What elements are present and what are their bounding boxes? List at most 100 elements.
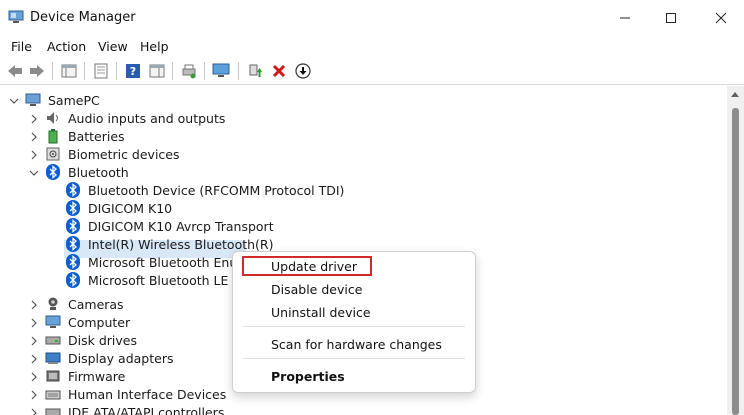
hid-icon <box>45 386 61 402</box>
ide-icon <box>45 404 61 415</box>
back-arrow-icon <box>8 65 22 77</box>
properties-toolbar-button[interactable] <box>92 62 110 80</box>
menu-separator <box>243 358 465 359</box>
toolbar-separator <box>172 62 173 80</box>
firmware-icon <box>45 368 61 384</box>
category-firmware[interactable]: Firmware <box>68 369 125 384</box>
console-tree-icon <box>61 64 77 78</box>
chevron-right-icon[interactable] <box>29 318 39 328</box>
toolbar-separator <box>116 62 117 80</box>
chevron-right-icon[interactable] <box>29 372 39 382</box>
chevron-right-icon[interactable] <box>29 300 39 310</box>
category-ide-controllers[interactable]: IDE ATA/ATAPI controllers <box>68 405 224 415</box>
display-adapter-icon <box>45 350 61 366</box>
category-biometric[interactable]: Biometric devices <box>68 147 180 162</box>
properties-menu-item[interactable]: Properties <box>271 369 345 384</box>
vertical-scrollbar[interactable] <box>727 86 744 415</box>
chevron-down-icon[interactable] <box>9 96 19 106</box>
action-pane-icon <box>149 64 165 78</box>
monitor-icon <box>45 314 61 330</box>
scrollbar-thumb[interactable] <box>732 108 739 415</box>
title-bar: Device Manager <box>0 0 744 36</box>
category-bluetooth[interactable]: Bluetooth <box>68 165 129 180</box>
red-x-icon <box>272 64 286 78</box>
bluetooth-icon <box>65 272 81 288</box>
context-menu: Update driver Disable device Uninstall d… <box>232 251 476 393</box>
uninstall-device-menu-item[interactable]: Uninstall device <box>271 305 371 320</box>
category-disk-drives[interactable]: Disk drives <box>68 333 137 348</box>
print-icon <box>182 64 196 79</box>
maximize-icon <box>666 13 676 23</box>
chevron-right-icon[interactable] <box>29 390 39 400</box>
category-batteries[interactable]: Batteries <box>68 129 125 144</box>
computer-icon <box>25 92 41 108</box>
toolbar-separator <box>204 62 205 80</box>
toolbar-separator <box>52 62 53 80</box>
close-icon <box>715 12 727 24</box>
bluetooth-device-item[interactable]: DIGICOM K10 Avrcp Transport <box>88 219 274 234</box>
scroll-up-arrow-icon[interactable] <box>731 92 739 97</box>
enable-device-toolbar-button[interactable] <box>294 62 312 80</box>
chevron-right-icon[interactable] <box>29 336 39 346</box>
window-title: Device Manager <box>30 10 136 25</box>
chevron-right-icon[interactable] <box>29 408 39 415</box>
chevron-right-icon[interactable] <box>29 354 39 364</box>
maximize-button[interactable] <box>648 0 694 36</box>
category-audio[interactable]: Audio inputs and outputs <box>68 111 225 126</box>
chevron-right-icon[interactable] <box>29 114 39 124</box>
bluetooth-device-item[interactable]: Bluetooth Device (RFCOMM Protocol TDI) <box>88 183 344 198</box>
menu-action[interactable]: Action <box>47 39 86 54</box>
speaker-icon <box>45 110 61 126</box>
bluetooth-device-item-selected[interactable]: Intel(R) Wireless Bluetooth(R) <box>88 237 273 252</box>
forward-button[interactable] <box>28 62 46 80</box>
menu-file[interactable]: File <box>11 39 32 54</box>
menu-view[interactable]: View <box>98 39 128 54</box>
close-button[interactable] <box>698 0 744 36</box>
help-toolbar-button[interactable]: ? <box>124 62 142 80</box>
toolbar: ? <box>0 58 744 85</box>
chevron-right-icon[interactable] <box>29 150 39 160</box>
menu-separator <box>243 326 465 327</box>
uninstall-toolbar-button[interactable] <box>270 62 288 80</box>
category-human-interface-devices[interactable]: Human Interface Devices <box>68 387 226 402</box>
minimize-icon <box>620 17 630 19</box>
camera-icon <box>45 296 61 312</box>
help-icon: ? <box>126 64 140 78</box>
battery-icon <box>45 128 61 144</box>
bluetooth-icon <box>65 218 81 234</box>
category-display-adapters[interactable]: Display adapters <box>68 351 173 366</box>
scan-hardware-button[interactable] <box>212 62 230 80</box>
fingerprint-icon <box>45 146 61 162</box>
print-button[interactable] <box>180 62 198 80</box>
bluetooth-device-item[interactable]: DIGICOM K10 <box>88 201 172 216</box>
disk-icon <box>45 332 61 348</box>
scan-hardware-menu-item[interactable]: Scan for hardware changes <box>271 337 442 352</box>
bluetooth-icon <box>45 164 61 180</box>
bluetooth-icon <box>65 236 81 252</box>
device-manager-app-icon <box>8 10 24 24</box>
update-driver-toolbar-button[interactable] <box>246 62 264 80</box>
action-pane-button[interactable] <box>148 62 166 80</box>
category-computer[interactable]: Computer <box>68 315 130 330</box>
forward-arrow-icon <box>30 65 44 77</box>
properties-sheet-icon <box>94 63 108 79</box>
tree-root-label[interactable]: SamePC <box>48 93 100 108</box>
toolbar-separator <box>238 62 239 80</box>
category-cameras[interactable]: Cameras <box>68 297 124 312</box>
chevron-right-icon[interactable] <box>29 132 39 142</box>
menu-bar: File Action View Help <box>0 36 744 58</box>
menu-help[interactable]: Help <box>140 39 169 54</box>
svg-text:?: ? <box>130 65 136 78</box>
minimize-button[interactable] <box>602 0 648 36</box>
back-button[interactable] <box>6 62 24 80</box>
download-circle-icon <box>295 63 311 79</box>
bluetooth-icon <box>65 182 81 198</box>
show-hide-console-tree-button[interactable] <box>60 62 78 80</box>
scan-monitor-icon <box>212 63 230 77</box>
chevron-down-icon[interactable] <box>29 168 39 178</box>
disable-device-menu-item[interactable]: Disable device <box>271 282 362 297</box>
update-driver-icon <box>249 64 262 77</box>
update-driver-menu-item[interactable]: Update driver <box>271 259 357 274</box>
toolbar-separator <box>84 62 85 80</box>
bluetooth-icon <box>65 254 81 270</box>
